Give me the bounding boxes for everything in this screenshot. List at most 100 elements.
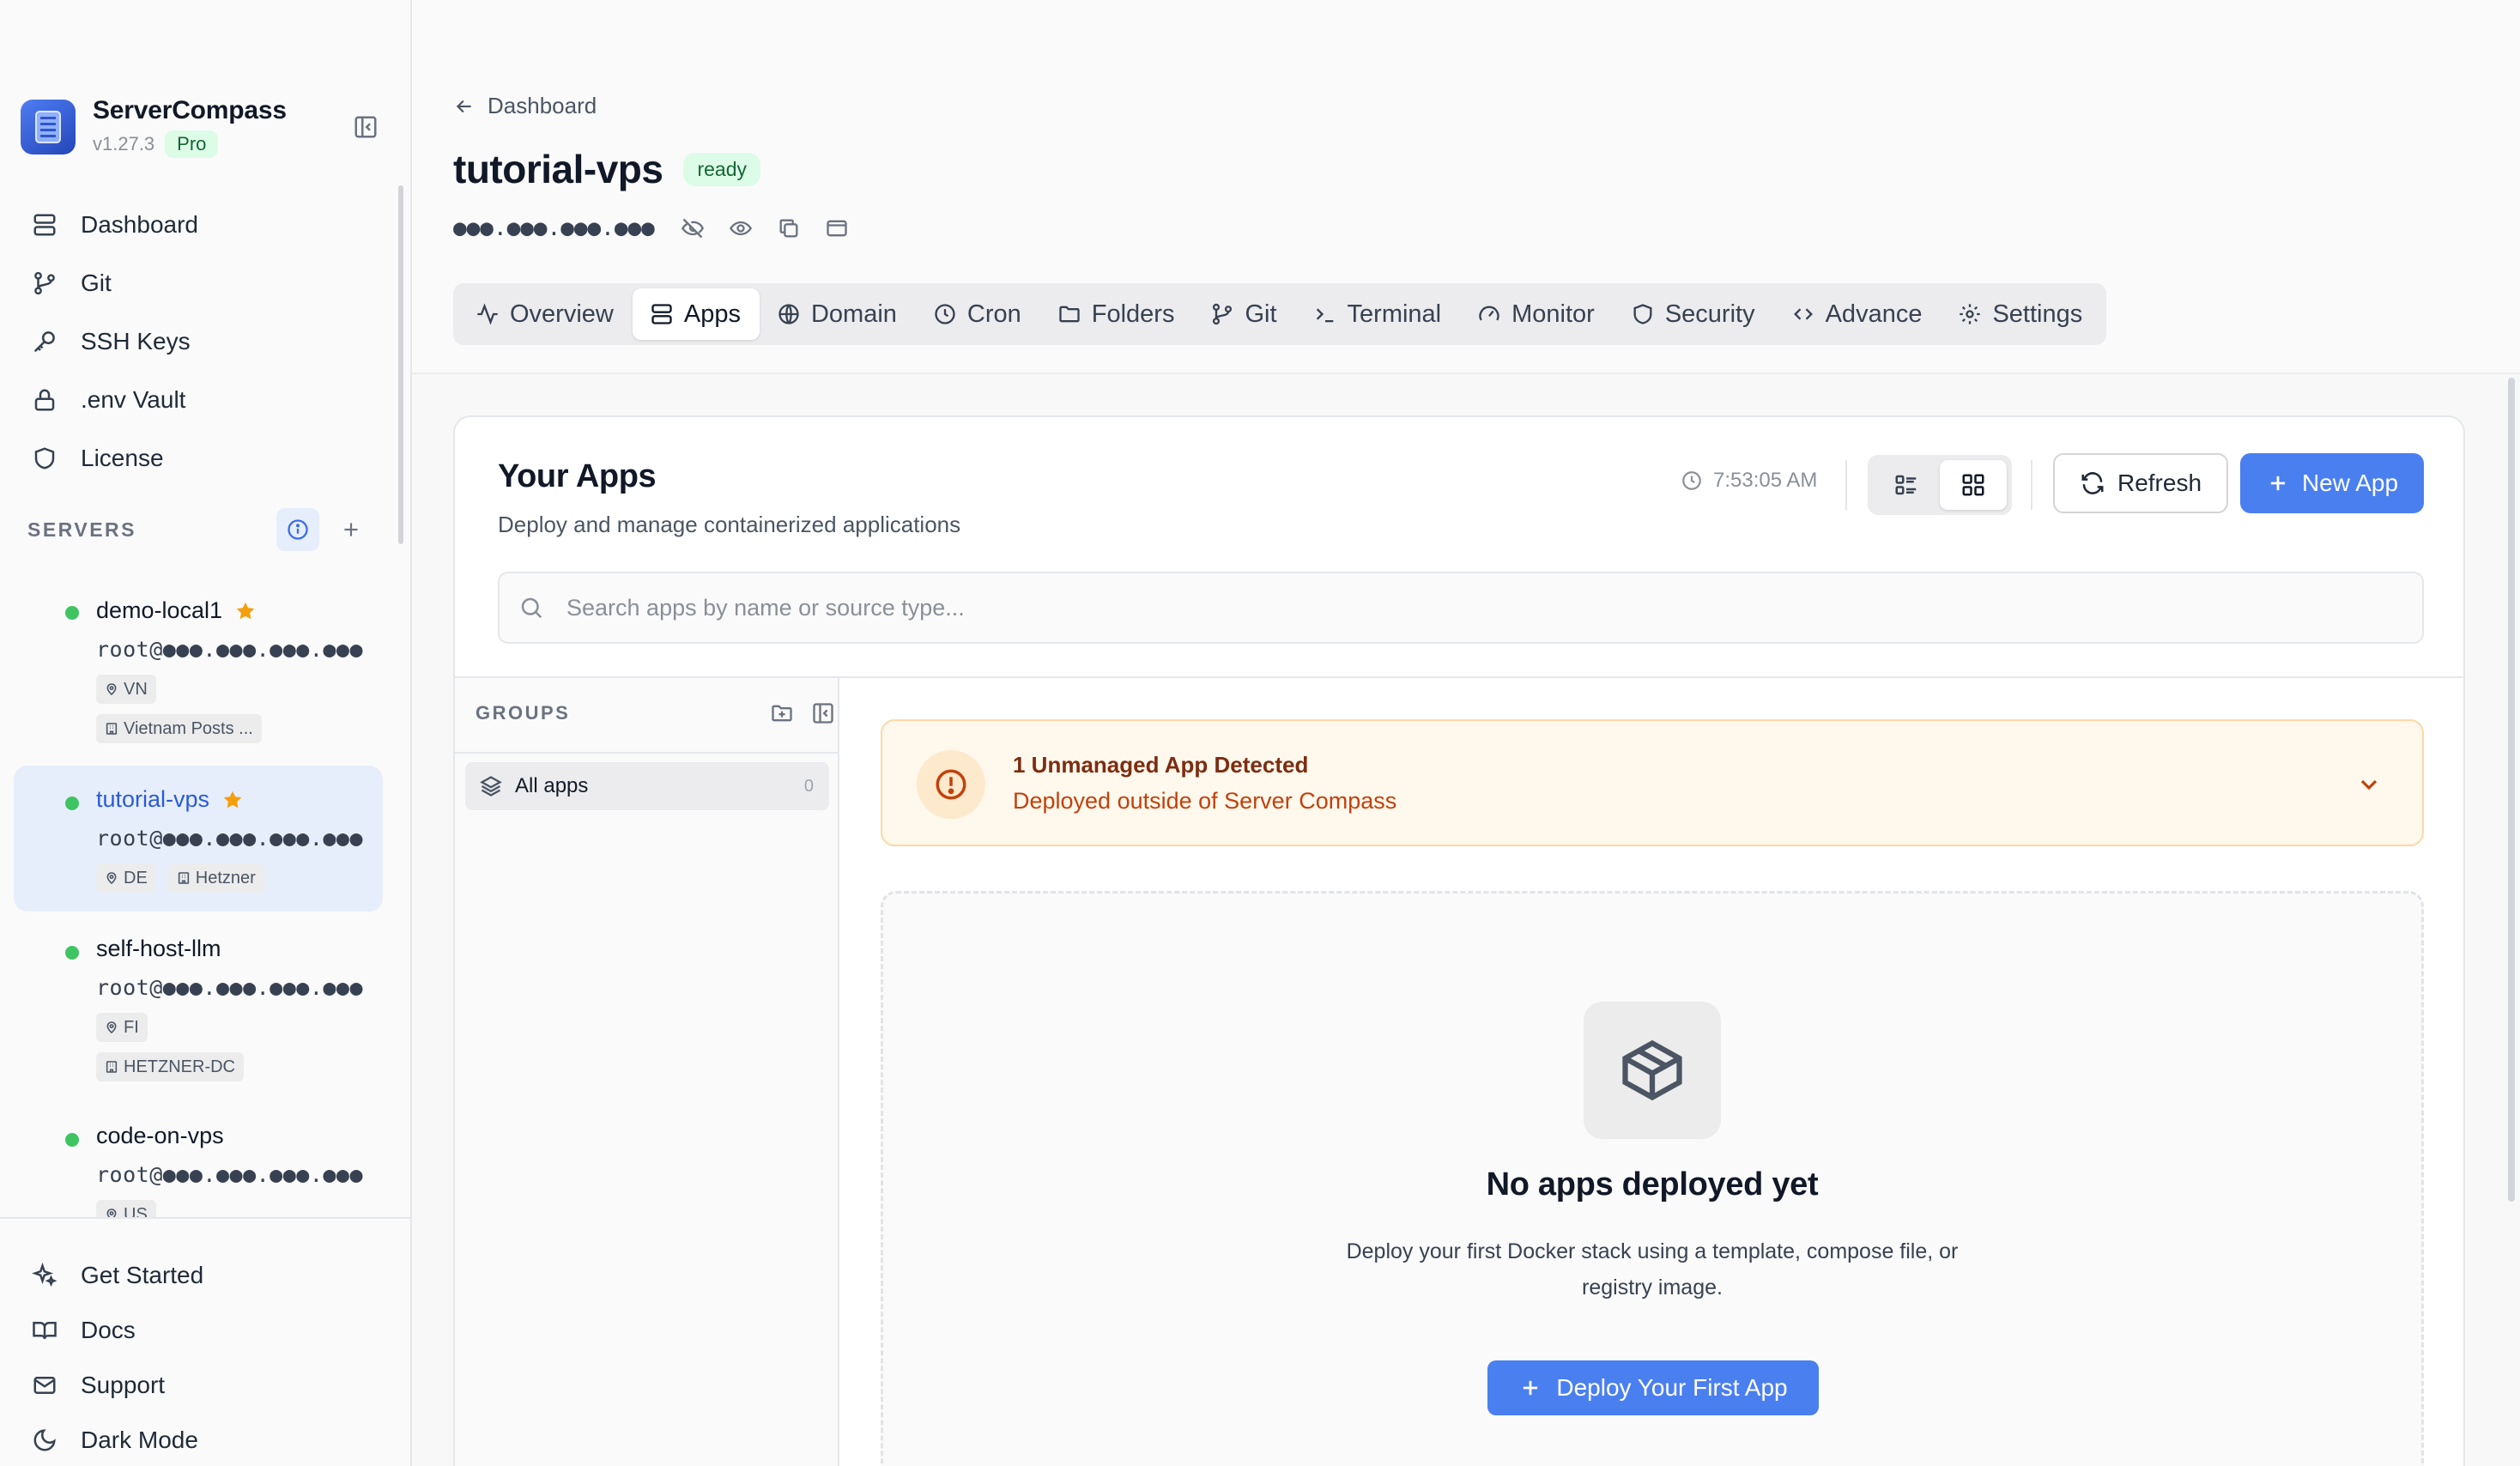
search-bar (498, 572, 2424, 644)
plan-badge: Pro (165, 130, 219, 158)
location-chip: VN (96, 675, 156, 704)
provider-chip: Hetzner (167, 863, 264, 893)
apps-title: Your Apps (498, 458, 657, 494)
servers-header: SERVERS (27, 508, 371, 551)
sidebar-collapse-icon[interactable] (350, 112, 381, 142)
moon-icon (27, 1423, 62, 1457)
refresh-button[interactable]: Refresh (2053, 453, 2228, 513)
provider-chip: HETZNER-DC (96, 1052, 244, 1081)
app-version: v1.27.3 (93, 133, 155, 154)
sidebar-nav: Dashboard Git SSH Keys .env Vault Licens… (27, 196, 198, 488)
lock-icon (27, 383, 62, 417)
breadcrumb[interactable]: Dashboard (453, 93, 597, 119)
sparkles-icon (27, 1258, 62, 1293)
server-name: code-on-vps (96, 1123, 224, 1148)
star-icon[interactable] (234, 600, 257, 622)
browser-window-icon[interactable] (821, 213, 852, 244)
sidebar-item-ssh-keys[interactable]: SSH Keys (27, 312, 198, 371)
alert-title: 1 Unmanaged App Detected (1013, 752, 1309, 778)
tab-domain[interactable]: Domain (760, 288, 916, 340)
sidebar-item-label: Dashboard (81, 211, 198, 238)
group-count: 0 (803, 776, 814, 796)
eye-off-icon[interactable] (677, 213, 708, 244)
tab-security[interactable]: Security (1614, 288, 1774, 340)
sidebar: ServerCompass v1.27.3 Pro Dashboard Git … (0, 0, 412, 1466)
tab-monitor[interactable]: Monitor (1460, 288, 1614, 340)
search-icon (521, 597, 542, 619)
shield-icon (1633, 304, 1652, 324)
sidebar-item-label: Git (81, 270, 112, 296)
view-toggle (1868, 455, 2012, 515)
location-chip: FI (96, 1013, 148, 1042)
main-scrollbar[interactable] (2508, 378, 2515, 1202)
copy-icon[interactable] (773, 213, 804, 244)
server-name: self-host-llm (96, 936, 221, 961)
sidebar-item-docs[interactable]: Docs (27, 1303, 136, 1358)
groups-title: GROUPS (476, 702, 571, 724)
deploy-first-app-button[interactable]: Deploy Your First App (1487, 1360, 1819, 1415)
list-icon (1895, 475, 1917, 495)
sidebar-item-git[interactable]: Git (27, 254, 198, 312)
panel-collapse-icon[interactable] (809, 699, 838, 728)
tab-folders[interactable]: Folders (1040, 288, 1194, 340)
location-chip: US (96, 1200, 156, 1219)
group-label: All apps (515, 774, 589, 797)
clock-icon (935, 304, 955, 324)
server-item-code-on-vps[interactable]: code-on-vps root@●●●.●●●.●●●.●●● US (14, 1116, 383, 1219)
app-logo-icon (21, 100, 76, 154)
add-server-icon[interactable] (330, 508, 373, 551)
sidebar-item-get-started[interactable]: Get Started (27, 1248, 203, 1303)
git-branch-icon (1213, 303, 1233, 325)
server-item-tutorial-vps[interactable]: tutorial-vps root@●●●.●●●.●●●.●●● DE Het… (14, 766, 383, 912)
globe-icon (778, 304, 799, 324)
new-app-button[interactable]: New App (2240, 453, 2424, 513)
gauge-icon (1479, 306, 1499, 321)
app-name: ServerCompass (93, 96, 287, 124)
info-icon[interactable] (276, 508, 319, 551)
sidebar-item-license[interactable]: License (27, 429, 198, 488)
sidebar-item-label: Docs (81, 1317, 136, 1343)
mail-icon (27, 1368, 62, 1402)
last-updated: 7:53:05 AM (1681, 469, 1817, 493)
chevron-down-icon[interactable] (2353, 769, 2384, 800)
search-input[interactable] (566, 594, 2283, 621)
grid-view-button[interactable] (1940, 460, 2007, 510)
empty-description: Deploy your first Docker stack using a t… (1346, 1239, 1959, 1299)
code-icon (1793, 308, 1813, 320)
tab-apps[interactable]: Apps (632, 288, 760, 340)
tab-settings[interactable]: Settings (1941, 288, 2101, 340)
sidebar-footer: Get Started Docs Support Dark Mode (0, 1217, 410, 1466)
eye-icon[interactable] (725, 213, 756, 244)
apps-subtitle: Deploy and manage containerized applicat… (498, 512, 961, 537)
empty-title: No apps deployed yet (1486, 1166, 1819, 1202)
list-view-button[interactable] (1873, 460, 1940, 510)
shield-icon (27, 441, 62, 476)
empty-state: No apps deployed yet Deploy your first D… (881, 891, 2424, 1466)
tab-cron[interactable]: Cron (916, 288, 1040, 340)
tab-overview[interactable]: Overview (458, 288, 633, 340)
star-icon[interactable] (221, 789, 244, 811)
unmanaged-apps-alert[interactable]: 1 Unmanaged App Detected Deployed outsid… (881, 719, 2424, 846)
building-icon (106, 1061, 118, 1073)
sidebar-item-support[interactable]: Support (27, 1358, 165, 1413)
server-item-self-host-llm[interactable]: self-host-llm root@●●●.●●●.●●●.●●● FI HE… (14, 929, 383, 1092)
new-folder-icon[interactable] (767, 699, 797, 728)
server-ip: root@●●●.●●●.●●●.●●● (96, 637, 364, 662)
sidebar-scrollbar[interactable] (398, 185, 403, 544)
sidebar-item-env-vault[interactable]: .env Vault (27, 371, 198, 429)
clock-icon (1682, 471, 1701, 490)
folder-icon (1059, 306, 1080, 323)
server-item-demo-local1[interactable]: demo-local1 root@●●●.●●●.●●●.●●● VN Viet… (14, 589, 383, 750)
terminal-icon (1316, 308, 1333, 323)
tab-terminal[interactable]: Terminal (1296, 288, 1461, 340)
server-ip: root@●●●.●●●.●●●.●●● (96, 1162, 364, 1187)
sidebar-item-dashboard[interactable]: Dashboard (27, 196, 198, 254)
server-ip: root@●●●.●●●.●●●.●●● (96, 826, 364, 851)
group-item-all-apps[interactable]: All apps 0 (465, 762, 829, 810)
activity-icon (477, 303, 498, 325)
breadcrumb-label: Dashboard (488, 93, 597, 118)
sidebar-item-dark-mode[interactable]: Dark Mode (27, 1413, 198, 1466)
tab-advance[interactable]: Advance (1774, 288, 1941, 340)
tab-git[interactable]: Git (1193, 288, 1295, 340)
server-ip-masked: ●●●.●●●.●●●.●●● (453, 215, 655, 241)
